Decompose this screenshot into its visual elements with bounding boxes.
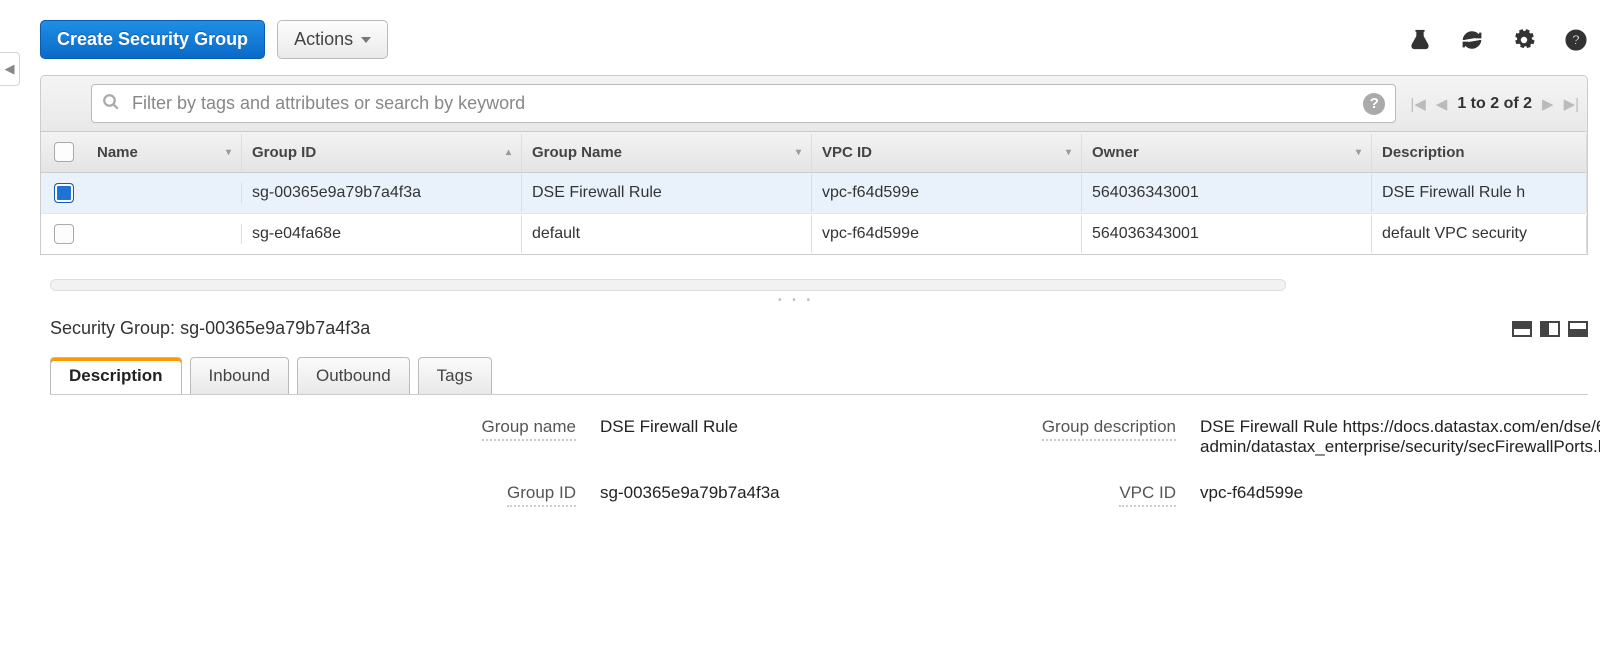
search-help-icon[interactable]: ? <box>1363 93 1385 115</box>
cell-name <box>87 224 242 244</box>
page-prev-icon[interactable]: ◀ <box>1436 95 1448 113</box>
cell-group-name: default <box>522 215 812 253</box>
cell-owner: 564036343001 <box>1082 174 1372 212</box>
security-group-table: Name▾ Group ID▴ Group Name▾ VPC ID▾ Owne… <box>40 132 1588 255</box>
experiment-flask-icon[interactable] <box>1408 28 1432 52</box>
column-owner[interactable]: Owner▾ <box>1082 134 1372 171</box>
page-first-icon[interactable]: |◀ <box>1410 95 1425 113</box>
description-fields: Group name DSE Firewall Rule Group descr… <box>50 395 1588 507</box>
actions-dropdown[interactable]: Actions <box>277 20 388 59</box>
column-name[interactable]: Name▾ <box>87 134 242 171</box>
column-vpc-id[interactable]: VPC ID▾ <box>812 134 1082 171</box>
page-next-icon[interactable]: ▶ <box>1542 95 1554 113</box>
sort-asc-icon: ▴ <box>506 147 511 158</box>
tab-outbound[interactable]: Outbound <box>297 357 410 394</box>
search-box[interactable]: ? <box>91 84 1396 123</box>
sort-icon: ▾ <box>1066 147 1071 158</box>
sidebar-collapse-toggle[interactable]: ◀ <box>0 52 20 86</box>
group-desc-label: Group description <box>1042 417 1176 441</box>
page-last-icon[interactable]: ▶| <box>1564 95 1579 113</box>
detail-tabs: Description Inbound Outbound Tags <box>50 357 1588 395</box>
panel-resize-handle[interactable]: • • • <box>4 295 1588 306</box>
sort-icon: ▾ <box>226 147 231 158</box>
vpc-id-value: vpc-f64d599e <box>1200 483 1600 503</box>
layout-top-icon[interactable] <box>1512 321 1532 337</box>
cell-description: DSE Firewall Rule h <box>1372 174 1587 212</box>
svg-text:?: ? <box>1572 32 1580 47</box>
sort-icon: ▾ <box>796 147 801 158</box>
column-description[interactable]: Description <box>1372 134 1587 171</box>
group-desc-value: DSE Firewall Rule https://docs.datastax.… <box>1200 417 1600 457</box>
vpc-id-label: VPC ID <box>1119 483 1176 507</box>
actions-label: Actions <box>294 29 353 50</box>
table-row[interactable]: sg-e04fa68e default vpc-f64d599e 5640363… <box>41 214 1587 254</box>
search-input[interactable] <box>130 92 1353 115</box>
cell-vpc-id: vpc-f64d599e <box>812 174 1082 212</box>
group-name-value: DSE Firewall Rule <box>600 417 1000 437</box>
search-icon <box>102 93 120 115</box>
cell-group-id: sg-e04fa68e <box>242 215 522 253</box>
cell-description: default VPC security <box>1372 215 1587 253</box>
pagination-text: 1 to 2 of 2 <box>1457 95 1532 113</box>
toolbar: Create Security Group Actions ? <box>4 20 1588 69</box>
cell-owner: 564036343001 <box>1082 215 1372 253</box>
row-checkbox[interactable] <box>54 183 74 203</box>
horizontal-scrollbar[interactable] <box>50 279 1286 291</box>
sort-icon: ▾ <box>1356 147 1361 158</box>
filter-bar: ? |◀ ◀ 1 to 2 of 2 ▶ ▶| <box>40 75 1588 132</box>
select-all-checkbox[interactable] <box>54 142 74 162</box>
cell-name <box>87 183 242 203</box>
table-header: Name▾ Group ID▴ Group Name▾ VPC ID▾ Owne… <box>41 132 1587 173</box>
column-group-name[interactable]: Group Name▾ <box>522 134 812 171</box>
row-checkbox[interactable] <box>54 224 74 244</box>
cell-vpc-id: vpc-f64d599e <box>812 215 1082 253</box>
detail-title: Security Group: sg-00365e9a79b7a4f3a <box>50 318 370 339</box>
refresh-icon[interactable] <box>1460 28 1484 52</box>
chevron-down-icon <box>361 37 371 43</box>
help-icon[interactable]: ? <box>1564 28 1588 52</box>
group-id-value: sg-00365e9a79b7a4f3a <box>600 483 1000 503</box>
cell-group-name: DSE Firewall Rule <box>522 174 812 212</box>
group-name-label: Group name <box>482 417 577 441</box>
column-group-id[interactable]: Group ID▴ <box>242 134 522 171</box>
layout-bottom-icon[interactable] <box>1568 321 1588 337</box>
pagination: |◀ ◀ 1 to 2 of 2 ▶ ▶| <box>1410 95 1579 113</box>
tab-tags[interactable]: Tags <box>418 357 492 394</box>
layout-left-icon[interactable] <box>1540 321 1560 337</box>
detail-panel: Security Group: sg-00365e9a79b7a4f3a Des… <box>50 312 1588 507</box>
gear-icon[interactable] <box>1512 28 1536 52</box>
group-id-label: Group ID <box>507 483 576 507</box>
tab-description[interactable]: Description <box>50 357 182 394</box>
cell-group-id: sg-00365e9a79b7a4f3a <box>242 174 522 212</box>
create-security-group-button[interactable]: Create Security Group <box>40 20 265 59</box>
table-row[interactable]: sg-00365e9a79b7a4f3a DSE Firewall Rule v… <box>41 173 1587 214</box>
tab-inbound[interactable]: Inbound <box>190 357 289 394</box>
